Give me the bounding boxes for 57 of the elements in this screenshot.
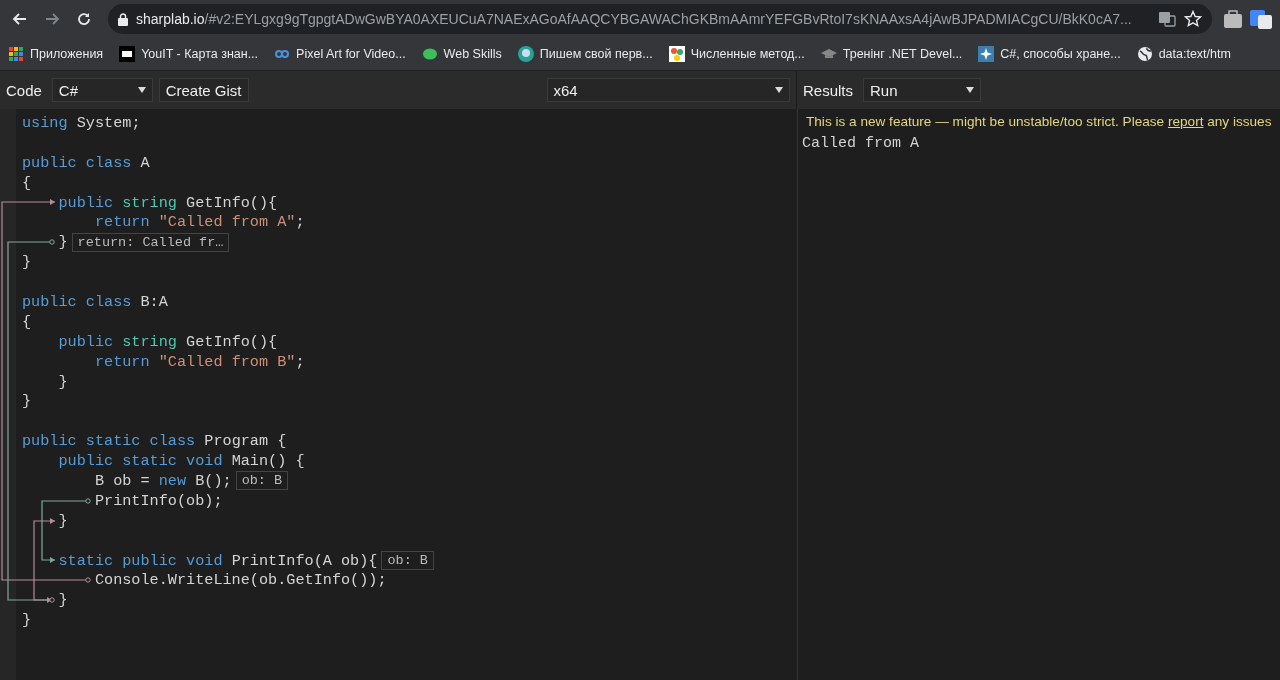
bookmark-link[interactable]: Web Skills — [421, 46, 502, 62]
code-line: public class A — [22, 153, 150, 172]
apps-grid-icon — [8, 46, 24, 62]
code-line: { — [22, 312, 32, 331]
code-line: return "Called from A"; — [93, 213, 305, 232]
avatar-icon — [517, 46, 534, 62]
star-icon[interactable] — [1184, 10, 1202, 28]
code-line: public string GetInfo(){ — [57, 193, 278, 212]
code-line: using System; — [22, 113, 141, 132]
code-line: return "Called from B"; — [93, 352, 305, 371]
code-line: { — [22, 173, 32, 192]
bookmark-link[interactable]: Пишем свой перв... — [517, 46, 653, 62]
code-line: public string GetInfo(){ — [57, 332, 278, 351]
bookmark-link[interactable]: YouIT - Карта знан... — [119, 46, 259, 62]
url-text: sharplab.io/#v2:EYLgxg9gTgpgtADwGwBYA0AXEUCuA7NAExAGoAfAAQCYBGAWAChGKBmAAmrYEFGBvRtoI7sKNAAxsA4jAwBJPADMIACgCU/BkK0cA7... — [136, 11, 1133, 27]
translate-extension-icon[interactable] — [1248, 8, 1274, 30]
platform-select[interactable]: x64 — [546, 78, 790, 102]
inline-hint: ob: B — [381, 551, 434, 571]
code-line: public static class Program { — [22, 432, 287, 451]
output-text: Called from A — [802, 135, 921, 152]
code-line: B ob = new B(); — [93, 471, 232, 490]
code-line: } — [57, 591, 68, 610]
globe-icon — [1136, 46, 1153, 62]
code-line: } — [57, 372, 68, 391]
language-select[interactable]: C# — [51, 78, 153, 102]
bookmark-link[interactable]: Приложения — [8, 46, 104, 62]
inline-hint: return: Called fr… — [71, 232, 230, 252]
briefcase-icon[interactable] — [1222, 8, 1244, 30]
code-line: Console.WriteLine(ob.GetInfo()); — [93, 571, 387, 590]
caret-icon — [775, 87, 783, 93]
code-line: public class B:A — [22, 292, 168, 311]
code-line: } — [22, 253, 32, 272]
inline-hint: ob: B — [235, 471, 289, 491]
create-gist-button[interactable]: Create Gist — [158, 78, 249, 102]
results-mode-select[interactable]: Run — [863, 78, 982, 102]
code-line: } — [57, 511, 68, 530]
caret-icon — [966, 87, 975, 93]
code-line: } — [57, 233, 68, 252]
code-line: } — [22, 392, 32, 411]
bookmark-link[interactable]: Численные метод... — [668, 46, 805, 62]
code-line: static public void PrintInfo(A ob){ — [57, 551, 378, 570]
code-line: } — [22, 611, 32, 630]
code-line: public static void Main() { — [57, 452, 305, 471]
report-link[interactable]: report — [1167, 114, 1204, 129]
bookmark-link[interactable]: data:text/htm — [1136, 46, 1231, 62]
code-line: PrintInfo(ob); — [93, 491, 223, 510]
notice-text: This is a new feature — might be unstable/too strict. Please report any issues — [806, 113, 1273, 131]
bookmark-link[interactable]: Pixel Art for Video... — [274, 46, 406, 62]
address-bar[interactable]: sharplab.io/#v2:EYLgxg9gTgpgtADwGwBYA0AXEUCuA7NAExAGoAfAAQCYBGAWAChGKBmAAmrYEFGBvRtoI7sKNAAxsA4jAwBJPADMIACgCU/BkK0cA7... — [108, 4, 1212, 34]
bookmark-link[interactable]: C#, способы хране... — [978, 46, 1121, 62]
translate-icon[interactable] — [1158, 10, 1176, 28]
brain-icon — [421, 46, 438, 62]
code-label: Code — [6, 81, 42, 99]
results-label: Results — [803, 81, 854, 99]
lock-icon — [118, 12, 128, 26]
bookmark-link[interactable]: Тренінг .NET Devel... — [820, 46, 963, 62]
caret-icon — [137, 87, 146, 93]
